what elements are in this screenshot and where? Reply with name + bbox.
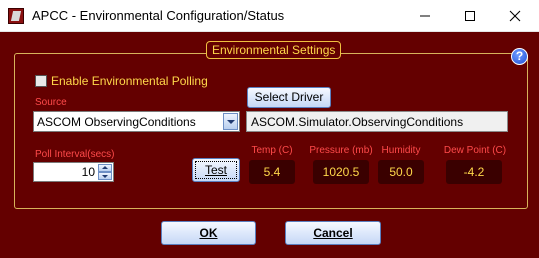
select-driver-button[interactable]: Select Driver — [247, 87, 331, 108]
test-button[interactable]: Test — [192, 158, 240, 182]
dewpoint-label: Dew Point (C) — [443, 145, 507, 156]
group-title: Environmental Settings — [206, 41, 342, 59]
spin-down-icon[interactable] — [98, 172, 112, 180]
minimize-icon — [420, 15, 430, 17]
window-title: APCC - Environmental Configuration/Statu… — [32, 8, 285, 23]
maximize-button[interactable] — [447, 0, 493, 32]
pressure-readout: 1020.5 — [313, 160, 369, 184]
help-icon[interactable]: ? — [511, 48, 528, 65]
ok-button[interactable]: OK — [161, 221, 256, 245]
title-bar: APCC - Environmental Configuration/Statu… — [0, 0, 539, 32]
enable-polling-checkbox[interactable] — [35, 75, 47, 87]
chevron-down-icon[interactable] — [223, 113, 238, 130]
humidity-label: Humidity — [381, 145, 421, 156]
humidity-readout: 50.0 — [378, 160, 424, 184]
source-selected-value: ASCOM ObservingConditions — [37, 115, 196, 129]
dialog-body: Environmental Settings ? Enable Environm… — [0, 32, 539, 258]
minimize-button[interactable] — [402, 0, 448, 32]
source-dropdown[interactable]: ASCOM ObservingConditions — [33, 111, 240, 132]
close-icon — [509, 10, 521, 22]
dewpoint-readout: -4.2 — [446, 160, 502, 184]
temp-label: Temp (C) — [251, 145, 293, 156]
source-label: Source — [35, 97, 67, 108]
poll-interval-stepper[interactable]: 10 — [33, 162, 114, 182]
poll-interval-value[interactable]: 10 — [82, 165, 95, 179]
cancel-button[interactable]: Cancel — [285, 221, 381, 245]
app-icon — [8, 8, 24, 24]
enable-polling-label[interactable]: Enable Environmental Polling — [51, 74, 208, 88]
temp-readout: 5.4 — [249, 160, 295, 184]
poll-interval-label: Poll Interval(secs) — [35, 149, 115, 160]
spin-up-icon[interactable] — [98, 164, 112, 172]
maximize-icon — [465, 11, 475, 21]
driver-name-field: ASCOM.Simulator.ObservingConditions — [246, 111, 508, 132]
close-button[interactable] — [492, 0, 538, 32]
